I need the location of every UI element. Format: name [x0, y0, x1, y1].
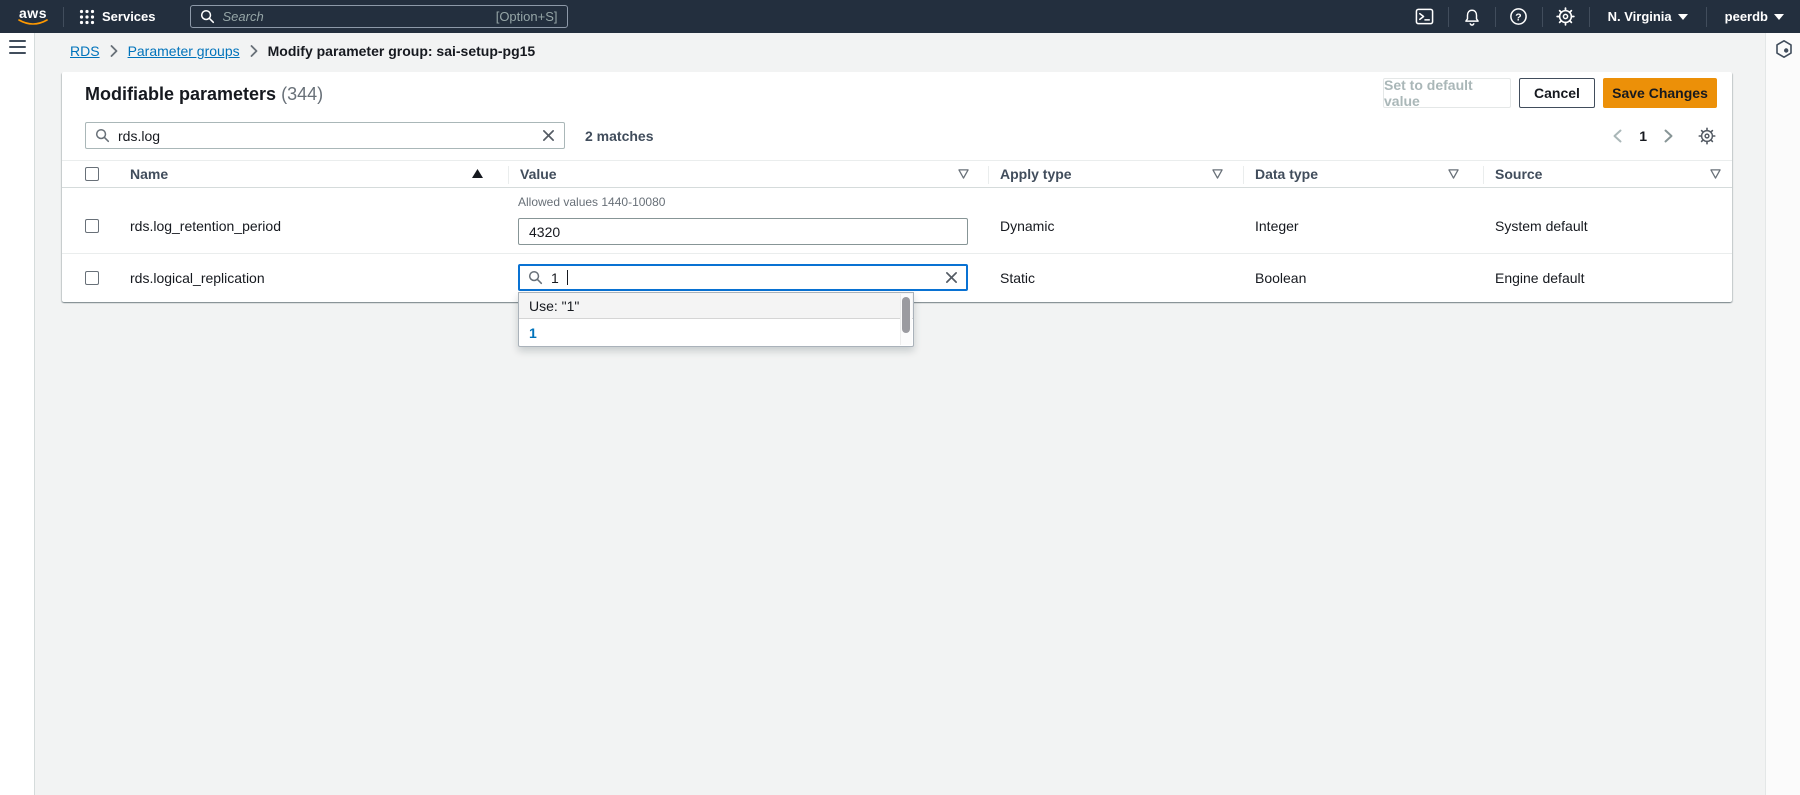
aws-logo-text: aws: [19, 7, 47, 19]
source-filter-icon[interactable]: [1710, 169, 1721, 179]
notifications-bell-icon[interactable]: [1461, 6, 1483, 28]
value-filter-icon[interactable]: [958, 169, 969, 179]
hamburger-menu-icon[interactable]: [9, 40, 26, 54]
nav-right-group: ? N. Virginia peerdb: [1414, 0, 1800, 33]
search-icon: [200, 9, 215, 24]
account-menu[interactable]: peerdb: [1719, 9, 1790, 24]
modifiable-parameters-panel: Modifiable parameters (344) Set to defau…: [62, 72, 1732, 302]
column-header-value[interactable]: Value: [520, 166, 557, 182]
column-divider: [508, 166, 509, 184]
row-checkbox[interactable]: [85, 219, 99, 233]
current-page-number[interactable]: 1: [1639, 128, 1647, 144]
parameter-filter-input[interactable]: [118, 128, 534, 144]
table-header-row: Name Value Apply type Data type Source: [62, 160, 1732, 188]
page-title: Modifiable parameters (344): [85, 84, 323, 105]
search-shortcut-hint: [Option+S]: [496, 9, 558, 24]
column-header-apply-type[interactable]: Apply type: [1000, 166, 1072, 182]
value-autocomplete-dropdown: Use: "1" 1: [518, 292, 914, 347]
allowed-values-hint: Allowed values 1440-10080: [518, 195, 665, 209]
match-count: 2 matches: [585, 128, 653, 144]
aws-logo-smile: [18, 19, 48, 26]
chevron-down-icon: [1774, 14, 1784, 20]
global-search-input[interactable]: Search [Option+S]: [190, 5, 568, 28]
dropdown-option-use-typed[interactable]: Use: "1": [519, 293, 913, 319]
breadcrumb: RDS Parameter groups Modify parameter gr…: [70, 43, 535, 59]
nav-divider: [1495, 7, 1496, 27]
apply-type-value: Dynamic: [1000, 218, 1054, 234]
parameter-count: (344): [281, 84, 323, 104]
column-header-source[interactable]: Source: [1495, 166, 1542, 182]
cloudshell-icon[interactable]: [1414, 6, 1436, 28]
dropdown-scrollbar-thumb[interactable]: [902, 297, 910, 333]
right-rail: [1765, 33, 1800, 795]
value-combobox-input[interactable]: 1: [518, 264, 968, 291]
previous-page-icon[interactable]: [1613, 129, 1622, 143]
dropdown-scrollbar-track[interactable]: [900, 294, 912, 345]
column-divider: [1483, 166, 1484, 184]
breadcrumb-parameter-groups-link[interactable]: Parameter groups: [128, 43, 240, 59]
search-icon: [528, 270, 543, 285]
clear-value-icon[interactable]: [945, 271, 958, 284]
parameter-name: rds.logical_replication: [130, 270, 265, 286]
page-title-text: Modifiable parameters: [85, 84, 276, 104]
chevron-down-icon: [1678, 14, 1688, 20]
region-label: N. Virginia: [1608, 9, 1672, 24]
svg-text:?: ?: [1515, 12, 1521, 23]
row-divider: [62, 253, 1732, 254]
pagination: 1: [1613, 122, 1716, 149]
help-icon[interactable]: ?: [1508, 6, 1530, 28]
column-header-name[interactable]: Name: [130, 166, 168, 182]
clear-filter-icon[interactable]: [542, 129, 555, 142]
data-type-value: Integer: [1255, 218, 1299, 234]
apply-type-value: Static: [1000, 270, 1035, 286]
parameter-filter-box: [85, 122, 565, 149]
cancel-button[interactable]: Cancel: [1519, 78, 1595, 108]
nav-divider: [1448, 7, 1449, 27]
side-panel-toggle-icon[interactable]: [1774, 39, 1794, 59]
search-icon: [95, 128, 110, 143]
services-grid-icon: [79, 9, 95, 25]
value-input[interactable]: [518, 218, 968, 245]
apply-type-filter-icon[interactable]: [1212, 169, 1223, 179]
services-label: Services: [102, 9, 156, 24]
set-to-default-button[interactable]: Set to default value: [1383, 78, 1511, 108]
breadcrumb-current-page: Modify parameter group: sai-setup-pg15: [268, 43, 536, 59]
column-divider: [988, 166, 989, 184]
source-value: Engine default: [1495, 270, 1585, 286]
account-label: peerdb: [1725, 9, 1768, 24]
select-all-checkbox[interactable]: [85, 167, 99, 181]
combobox-typed-text: 1: [551, 270, 559, 286]
nav-divider: [1589, 7, 1590, 27]
nav-divider: [63, 7, 64, 27]
column-header-data-type[interactable]: Data type: [1255, 166, 1318, 182]
breadcrumb-chevron-icon: [250, 45, 258, 57]
save-changes-button[interactable]: Save Changes: [1603, 78, 1717, 108]
sort-ascending-icon[interactable]: [472, 169, 483, 178]
next-page-icon[interactable]: [1664, 129, 1673, 143]
nav-divider: [1542, 7, 1543, 27]
top-navigation-bar: aws Services Search [Option+S] ? N. Virg…: [0, 0, 1800, 33]
parameter-name: rds.log_retention_period: [130, 218, 281, 234]
settings-gear-icon[interactable]: [1555, 6, 1577, 28]
row-checkbox[interactable]: [85, 271, 99, 285]
data-type-filter-icon[interactable]: [1448, 169, 1459, 179]
services-menu-button[interactable]: Services: [75, 9, 160, 25]
text-cursor: [567, 270, 568, 285]
region-selector[interactable]: N. Virginia: [1602, 9, 1694, 24]
table-preferences-icon[interactable]: [1698, 127, 1716, 145]
source-value: System default: [1495, 218, 1588, 234]
breadcrumb-rds-link[interactable]: RDS: [70, 43, 100, 59]
left-sidebar: [0, 33, 35, 795]
breadcrumb-chevron-icon: [110, 45, 118, 57]
aws-logo[interactable]: aws: [14, 7, 52, 26]
nav-divider: [1706, 7, 1707, 27]
data-type-value: Boolean: [1255, 270, 1306, 286]
column-divider: [1243, 166, 1244, 184]
dropdown-option-1[interactable]: 1: [519, 319, 913, 346]
search-placeholder: Search: [223, 9, 488, 24]
